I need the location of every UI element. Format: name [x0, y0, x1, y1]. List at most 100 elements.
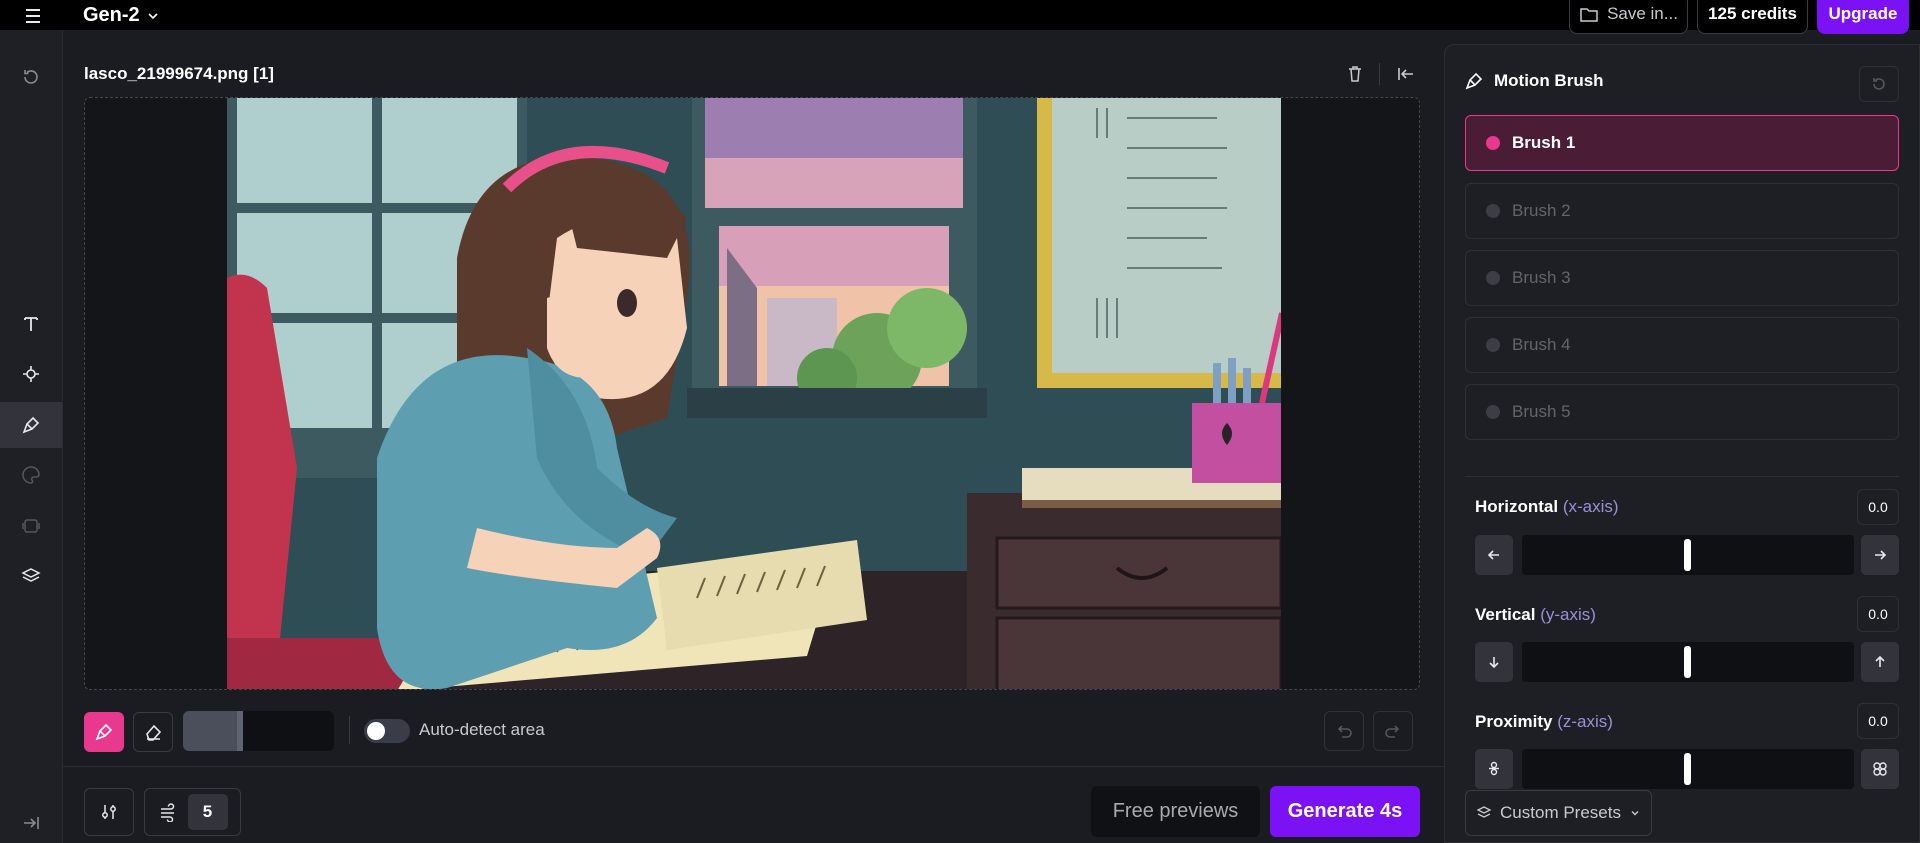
proximity-far-button[interactable]: [1861, 749, 1899, 789]
axis-hint: (x-axis): [1562, 497, 1619, 516]
presets-label: Custom Presets: [1500, 803, 1621, 822]
top-bar: Gen-2 Save in... 125 credits Upgrade: [0, 0, 1920, 34]
axis-hint: (y-axis): [1540, 605, 1596, 624]
brush-item-1[interactable]: Brush 1: [1465, 115, 1899, 171]
general-motion-button[interactable]: 5: [144, 788, 241, 836]
brush-size-handle[interactable]: [237, 711, 243, 751]
credits-button[interactable]: 125 credits: [1697, 0, 1808, 34]
eraser-icon: [143, 722, 163, 742]
motion-brush-icon: [1464, 71, 1484, 91]
image-canvas[interactable]: [84, 97, 1420, 690]
redo-icon: [1383, 721, 1403, 741]
brush-item-4[interactable]: Brush 4: [1465, 317, 1899, 373]
motion-brush-icon[interactable]: [0, 402, 62, 448]
auto-detect-toggle[interactable]: [364, 719, 410, 743]
arrow-down-icon: [1486, 654, 1502, 670]
panel-divider: [1465, 476, 1899, 477]
proximity-near-button[interactable]: [1475, 749, 1513, 789]
brush-color-dot: [1486, 271, 1500, 285]
eraser-tool-button[interactable]: [133, 712, 173, 752]
proximity-slider-handle[interactable]: [1684, 753, 1691, 785]
free-previews-button[interactable]: Free previews: [1091, 786, 1260, 837]
save-label: Save in...: [1607, 4, 1678, 23]
brush-size-fill: [183, 711, 243, 751]
axis-hint: (z-axis): [1557, 712, 1613, 731]
history-icon[interactable]: [0, 54, 62, 100]
horizontal-right-button[interactable]: [1861, 535, 1899, 575]
generate-button[interactable]: Generate 4s: [1270, 786, 1420, 837]
settings-button[interactable]: [84, 788, 134, 836]
brush-label: Brush 2: [1512, 201, 1571, 220]
arrow-right-icon: [1872, 547, 1888, 563]
arrow-up-icon: [1872, 654, 1888, 670]
axis-name: Horizontal: [1475, 497, 1559, 516]
vertical-value-input[interactable]: 0.0: [1857, 596, 1899, 632]
vertical-down-button[interactable]: [1475, 642, 1513, 682]
panel-header: Motion Brush: [1464, 71, 1604, 91]
wind-icon: [158, 802, 178, 822]
arrow-left-icon: [1486, 547, 1502, 563]
horizontal-left-button[interactable]: [1475, 535, 1513, 575]
auto-detect-label: Auto-detect area: [419, 720, 545, 739]
stack-icon: [1476, 805, 1492, 821]
horizontal-slider-handle[interactable]: [1684, 539, 1691, 571]
palette-icon[interactable]: [0, 452, 62, 498]
expand-icon[interactable]: [0, 800, 62, 843]
collapse-panel-icon[interactable]: [1393, 62, 1419, 86]
motion-count: 5: [187, 794, 228, 830]
brush-label: Brush 1: [1512, 133, 1576, 152]
brush-icon: [94, 722, 114, 742]
folder-icon: [1579, 5, 1599, 23]
brush-item-5[interactable]: Brush 5: [1465, 384, 1899, 440]
text-icon[interactable]: [0, 301, 62, 347]
brush-label: Brush 4: [1512, 335, 1571, 354]
vertical-slider-handle[interactable]: [1684, 646, 1691, 678]
app-title-dropdown[interactable]: Gen-2: [83, 4, 160, 27]
brush-color-dot: [1486, 136, 1500, 150]
left-tool-rail: [0, 30, 63, 843]
brush-item-3[interactable]: Brush 3: [1465, 250, 1899, 306]
reset-button[interactable]: [1859, 66, 1899, 102]
frames-icon[interactable]: [0, 503, 62, 549]
footer-divider: [63, 766, 1444, 767]
vertical-up-button[interactable]: [1861, 642, 1899, 682]
menu-icon[interactable]: [22, 6, 44, 26]
chevron-down-icon: [1629, 807, 1641, 819]
brush-color-dot: [1486, 204, 1500, 218]
brush-tool-button[interactable]: [84, 712, 124, 752]
trash-icon[interactable]: [1342, 62, 1368, 86]
tool-divider: [349, 716, 350, 744]
horizontal-axis-label: Horizontal (x-axis): [1475, 497, 1619, 517]
brush-item-2[interactable]: Brush 2: [1465, 183, 1899, 239]
layers-icon[interactable]: [0, 553, 62, 599]
app-title: Gen-2: [83, 4, 140, 26]
horizontal-value-input[interactable]: 0.0: [1857, 489, 1899, 525]
proximity-axis-label: Proximity (z-axis): [1475, 712, 1613, 732]
proximity-slider[interactable]: [1522, 749, 1854, 789]
brush-size-slider[interactable]: [183, 711, 334, 751]
camera-motion-icon[interactable]: [0, 351, 62, 397]
brush-label: Brush 5: [1512, 402, 1571, 421]
header-divider: [1379, 63, 1380, 85]
chevron-down-icon: [146, 9, 160, 23]
panel-title: Motion Brush: [1494, 71, 1604, 90]
undo-icon: [1334, 721, 1354, 741]
zoom-in-icon: [1486, 760, 1502, 778]
brush-color-dot: [1486, 405, 1500, 419]
proximity-value-input[interactable]: 0.0: [1857, 703, 1899, 739]
toggle-knob: [367, 722, 385, 740]
redo-button[interactable]: [1373, 711, 1413, 751]
custom-presets-button[interactable]: Custom Presets: [1465, 790, 1652, 836]
brush-label: Brush 3: [1512, 268, 1571, 287]
horizontal-slider[interactable]: [1522, 535, 1854, 575]
save-button[interactable]: Save in...: [1569, 0, 1688, 34]
reset-icon: [1869, 74, 1889, 94]
zoom-out-icon: [1871, 760, 1889, 778]
upgrade-button[interactable]: Upgrade: [1817, 0, 1909, 34]
undo-button[interactable]: [1324, 711, 1364, 751]
axis-name: Vertical: [1475, 605, 1536, 624]
source-image: [227, 98, 1281, 689]
vertical-slider[interactable]: [1522, 642, 1854, 682]
sliders-icon: [99, 802, 119, 822]
axis-name: Proximity: [1475, 712, 1553, 731]
